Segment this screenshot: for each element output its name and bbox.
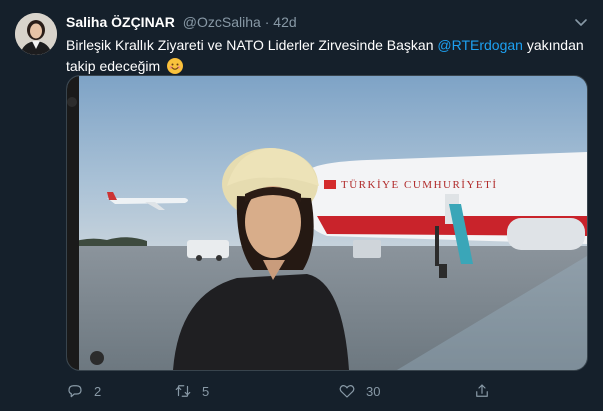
tweet[interactable]: Saliha ÖZÇINAR @OzcSaliha · 42d Birleşik…	[0, 0, 603, 411]
retweet-button[interactable]: 5	[174, 380, 209, 402]
smiling-face-emoji	[167, 58, 184, 74]
reply-icon	[68, 385, 82, 398]
tweet-text-part: Birleşik Krallık Ziyareti ve NATO Liderl…	[66, 37, 438, 53]
retweet-icon	[175, 385, 191, 397]
chevron-down-icon[interactable]	[573, 14, 589, 30]
reply-count: 2	[94, 383, 102, 399]
retweet-count: 5	[202, 383, 210, 399]
tweet-text: Birleşik Krallık Ziyareti ve NATO Liderl…	[66, 35, 591, 77]
like-icon	[339, 385, 355, 398]
separator-dot: ·	[264, 14, 270, 30]
avatar[interactable]	[15, 13, 57, 55]
avatar-image	[15, 13, 57, 55]
tweet-actions: 2 5 30	[66, 380, 496, 402]
display-name[interactable]: Saliha ÖZÇINAR	[66, 14, 175, 30]
reply-button[interactable]: 2	[66, 380, 101, 402]
photo-scene: TÜRKİYE CUMHURİYETİ	[67, 76, 587, 370]
plane-livery-text: TÜRKİYE CUMHURİYETİ	[341, 179, 498, 191]
tweet-time[interactable]: 42d	[273, 14, 296, 30]
share-button[interactable]	[473, 380, 491, 402]
like-button[interactable]: 30	[338, 380, 380, 402]
mention-link[interactable]: @RTErdogan	[437, 37, 523, 53]
tweet-header: Saliha ÖZÇINAR @OzcSaliha · 42d	[66, 13, 297, 31]
tweet-photo[interactable]: TÜRKİYE CUMHURİYETİ	[66, 75, 588, 371]
user-handle[interactable]: @OzcSaliha	[183, 14, 261, 30]
like-count: 30	[366, 383, 381, 399]
share-icon	[476, 384, 488, 397]
